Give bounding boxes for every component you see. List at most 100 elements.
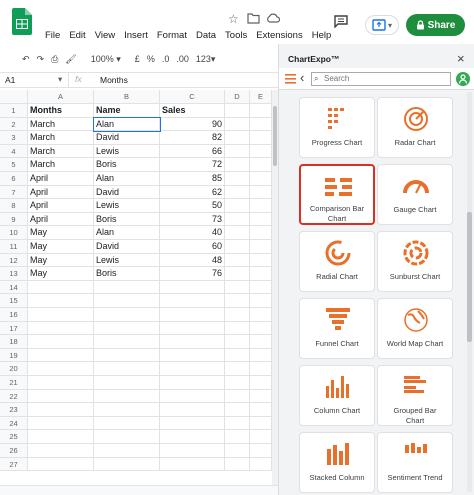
table-cell[interactable] bbox=[250, 444, 272, 458]
menu-view[interactable]: View bbox=[95, 30, 115, 41]
table-cell[interactable] bbox=[225, 185, 250, 200]
more-formats-button[interactable]: 123▾ bbox=[196, 54, 216, 65]
table-cell[interactable] bbox=[94, 376, 160, 390]
print-icon[interactable]: ⎙ bbox=[51, 54, 58, 65]
table-cell[interactable] bbox=[225, 212, 250, 227]
currency-button[interactable]: £ bbox=[135, 54, 140, 64]
table-cell[interactable] bbox=[28, 308, 94, 322]
table-cell[interactable] bbox=[225, 253, 250, 268]
table-cell[interactable] bbox=[250, 376, 272, 390]
table-cell[interactable]: Months bbox=[28, 104, 94, 118]
table-cell[interactable] bbox=[94, 280, 160, 295]
chart-card-gauge-chart[interactable]: Gauge Chart bbox=[377, 164, 453, 225]
table-cell[interactable] bbox=[225, 335, 250, 349]
table-cell[interactable] bbox=[225, 240, 250, 254]
table-cell[interactable]: April bbox=[28, 212, 94, 227]
table-cell[interactable] bbox=[94, 416, 160, 431]
row-header-21[interactable]: 21 bbox=[0, 376, 28, 390]
cloud-status-icon[interactable] bbox=[266, 13, 280, 23]
table-cell[interactable] bbox=[250, 212, 272, 227]
table-cell[interactable] bbox=[250, 267, 272, 281]
row-header-8[interactable]: 8 bbox=[0, 199, 28, 213]
table-cell[interactable]: 90 bbox=[160, 117, 225, 132]
table-cell[interactable] bbox=[94, 403, 160, 417]
table-cell[interactable]: 50 bbox=[160, 199, 225, 213]
table-cell[interactable] bbox=[225, 172, 250, 186]
name-box-dropdown-icon[interactable]: ▾ bbox=[58, 74, 62, 85]
table-cell[interactable] bbox=[160, 444, 225, 458]
table-cell[interactable] bbox=[94, 457, 160, 472]
menu-file[interactable]: File bbox=[45, 30, 60, 41]
table-cell[interactable] bbox=[94, 294, 160, 308]
table-cell[interactable] bbox=[160, 294, 225, 308]
table-cell[interactable]: March bbox=[28, 158, 94, 172]
chart-card-progress-chart[interactable]: Progress Chart bbox=[299, 97, 375, 158]
table-cell[interactable]: April bbox=[28, 199, 94, 213]
table-cell[interactable] bbox=[28, 457, 94, 472]
zoom-select[interactable]: 100% ▾ bbox=[91, 54, 121, 65]
table-cell[interactable] bbox=[250, 362, 272, 376]
chart-card-stacked-column[interactable]: Stacked Column bbox=[299, 432, 375, 493]
table-cell[interactable] bbox=[160, 308, 225, 322]
redo-icon[interactable]: ↷ bbox=[37, 54, 45, 65]
table-cell[interactable]: 85 bbox=[160, 172, 225, 186]
table-cell[interactable] bbox=[250, 348, 272, 363]
row-header-11[interactable]: 11 bbox=[0, 240, 28, 254]
row-header-19[interactable]: 19 bbox=[0, 348, 28, 363]
user-status-icon[interactable] bbox=[456, 72, 470, 86]
table-cell[interactable] bbox=[225, 267, 250, 281]
panel-scrollbar[interactable] bbox=[467, 92, 472, 492]
table-cell[interactable]: Lewis bbox=[94, 144, 160, 159]
table-cell[interactable]: Alan bbox=[94, 226, 160, 240]
table-cell[interactable] bbox=[94, 308, 160, 322]
table-cell[interactable] bbox=[250, 199, 272, 213]
row-header-12[interactable]: 12 bbox=[0, 253, 28, 268]
table-cell[interactable] bbox=[94, 335, 160, 349]
table-cell[interactable] bbox=[250, 308, 272, 322]
table-cell[interactable] bbox=[250, 294, 272, 308]
present-button[interactable]: ▾ bbox=[365, 15, 399, 35]
table-cell[interactable] bbox=[28, 430, 94, 444]
table-cell[interactable]: 40 bbox=[160, 226, 225, 240]
table-cell[interactable] bbox=[160, 389, 225, 404]
table-cell[interactable]: 82 bbox=[160, 131, 225, 145]
row-header-17[interactable]: 17 bbox=[0, 321, 28, 336]
table-cell[interactable] bbox=[225, 117, 250, 132]
table-cell[interactable]: Alan bbox=[94, 172, 160, 186]
row-header-15[interactable]: 15 bbox=[0, 294, 28, 308]
table-cell[interactable] bbox=[225, 457, 250, 472]
table-cell[interactable] bbox=[160, 335, 225, 349]
scrollbar-thumb[interactable] bbox=[273, 106, 277, 166]
row-header-25[interactable]: 25 bbox=[0, 430, 28, 444]
table-cell[interactable]: Boris bbox=[94, 267, 160, 281]
column-header-e[interactable]: E bbox=[250, 90, 272, 104]
table-cell[interactable]: May bbox=[28, 226, 94, 240]
table-cell[interactable]: May bbox=[28, 240, 94, 254]
move-folder-icon[interactable] bbox=[247, 13, 260, 24]
table-cell[interactable]: David bbox=[94, 131, 160, 145]
row-header-2[interactable]: 2 bbox=[0, 117, 28, 132]
name-box[interactable]: A1 bbox=[5, 75, 15, 85]
table-cell[interactable] bbox=[250, 117, 272, 132]
table-cell[interactable] bbox=[250, 158, 272, 172]
table-cell[interactable] bbox=[225, 389, 250, 404]
menu-tools[interactable]: Tools bbox=[225, 30, 247, 41]
row-header-27[interactable]: 27 bbox=[0, 457, 28, 472]
undo-icon[interactable]: ↶ bbox=[22, 54, 30, 65]
table-cell[interactable]: April bbox=[28, 185, 94, 200]
row-header-23[interactable]: 23 bbox=[0, 403, 28, 417]
table-cell[interactable]: Lewis bbox=[94, 199, 160, 213]
table-cell[interactable]: May bbox=[28, 267, 94, 281]
table-cell[interactable]: 72 bbox=[160, 158, 225, 172]
table-cell[interactable] bbox=[160, 376, 225, 390]
percent-button[interactable]: % bbox=[147, 54, 155, 64]
table-cell[interactable] bbox=[28, 416, 94, 431]
table-cell[interactable] bbox=[94, 389, 160, 404]
table-cell[interactable] bbox=[28, 280, 94, 295]
table-cell[interactable] bbox=[28, 376, 94, 390]
table-cell[interactable]: April bbox=[28, 172, 94, 186]
row-header-16[interactable]: 16 bbox=[0, 308, 28, 322]
table-cell[interactable] bbox=[250, 335, 272, 349]
chart-card-radar-chart[interactable]: Radar Chart bbox=[377, 97, 453, 158]
table-cell[interactable]: 73 bbox=[160, 212, 225, 227]
